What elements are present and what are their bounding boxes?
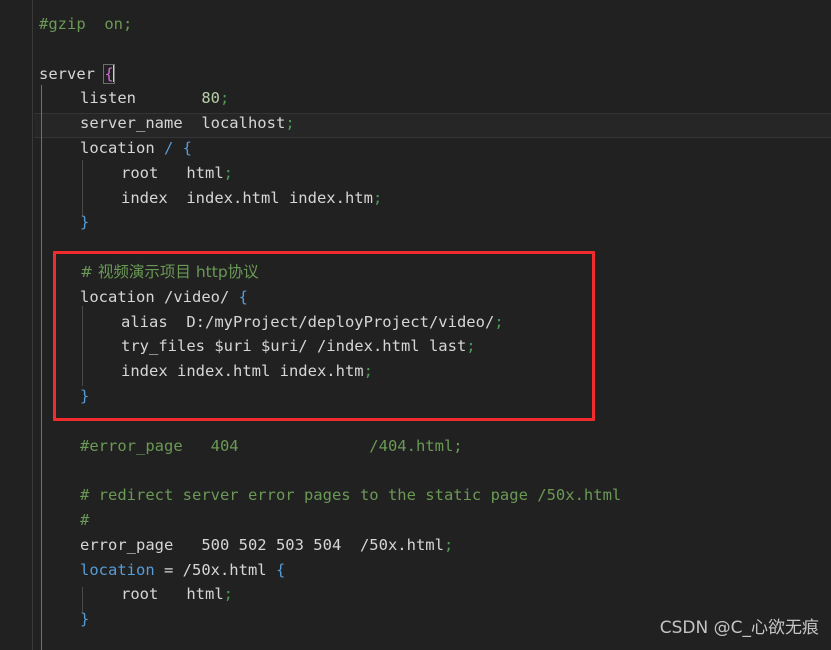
code-token: {: [239, 288, 248, 306]
code-line[interactable]: }: [80, 607, 89, 631]
code-token: listen: [80, 89, 201, 107]
code-line[interactable]: }: [80, 384, 89, 408]
code-token: }: [80, 387, 89, 405]
code-token: ;: [224, 585, 233, 603]
code-token: ;: [444, 536, 453, 554]
code-line[interactable]: server_name localhost;: [80, 111, 295, 135]
code-token: ;: [224, 164, 233, 182]
code-line[interactable]: try_files $uri $uri/ /index.html last;: [121, 334, 476, 358]
code-token: }: [80, 610, 89, 628]
code-line[interactable]: #error_page 404 /404.html;: [80, 434, 463, 458]
code-token: ;: [285, 114, 294, 132]
code-line[interactable]: location / {: [80, 136, 192, 160]
code-line[interactable]: #: [80, 508, 89, 532]
code-token: alias D:/myProject/deployProject/video/: [121, 313, 494, 331]
code-line[interactable]: index index.html index.htm;: [121, 359, 373, 383]
code-line[interactable]: }: [80, 210, 89, 234]
code-token: root html: [121, 585, 224, 603]
code-token: #: [80, 511, 89, 529]
code-line[interactable]: # 视频演示项目 http协议: [80, 260, 259, 284]
code-token: location: [80, 288, 164, 306]
code-line[interactable]: error_page 500 502 503 504 /50x.html;: [80, 533, 453, 557]
code-line[interactable]: location = /50x.html {: [80, 558, 285, 582]
code-token: # 视频演示项目 http协议: [80, 263, 259, 281]
code-surface[interactable]: #gzip on;server {listen 80;server_name l…: [34, 0, 831, 650]
code-token: /video/: [164, 288, 239, 306]
code-token: location: [80, 561, 155, 579]
code-token: location: [80, 139, 164, 157]
code-line[interactable]: # redirect server error pages to the sta…: [80, 483, 621, 507]
code-token: ;: [373, 189, 382, 207]
code-line[interactable]: location /video/ {: [80, 285, 248, 309]
code-token: / {: [164, 139, 192, 157]
code-line[interactable]: server {: [39, 62, 114, 86]
indent-guide: [82, 160, 83, 215]
code-token: index index.html index.htm: [121, 362, 364, 380]
code-token: ;: [220, 89, 229, 107]
editor-gutter: [0, 0, 33, 650]
code-token: 80: [201, 89, 220, 107]
code-token: error_page 500 502 503 504 /50x.html: [80, 536, 444, 554]
code-token: server_name localhost: [80, 114, 285, 132]
code-token: try_files $uri $uri/ /index.html last: [121, 337, 466, 355]
code-token: = /50x.html: [155, 561, 276, 579]
indent-guide: [82, 306, 83, 386]
code-token: index index.html index.htm: [121, 189, 373, 207]
code-token: #error_page 404 /404.html;: [80, 437, 463, 455]
code-editor-window[interactable]: #gzip on;server {listen 80;server_name l…: [0, 0, 831, 650]
code-token: ;: [466, 337, 475, 355]
code-line[interactable]: listen 80;: [80, 86, 229, 110]
code-token: ;: [494, 313, 503, 331]
code-token: {: [276, 561, 285, 579]
text-caret: [113, 65, 114, 82]
code-line[interactable]: alias D:/myProject/deployProject/video/;: [121, 310, 504, 334]
code-line[interactable]: index index.html index.htm;: [121, 186, 382, 210]
code-token: ;: [364, 362, 373, 380]
indent-guide: [41, 85, 42, 650]
csdn-watermark: CSDN @C_心欲无痕: [660, 613, 819, 638]
code-token: #gzip on;: [39, 15, 132, 33]
code-line[interactable]: root html;: [121, 582, 233, 606]
code-token: # redirect server error pages to the sta…: [80, 486, 621, 504]
code-token: }: [80, 213, 89, 231]
code-line[interactable]: #gzip on;: [39, 12, 132, 36]
code-token: server: [39, 65, 104, 83]
code-line[interactable]: root html;: [121, 161, 233, 185]
code-token: root html: [121, 164, 224, 182]
